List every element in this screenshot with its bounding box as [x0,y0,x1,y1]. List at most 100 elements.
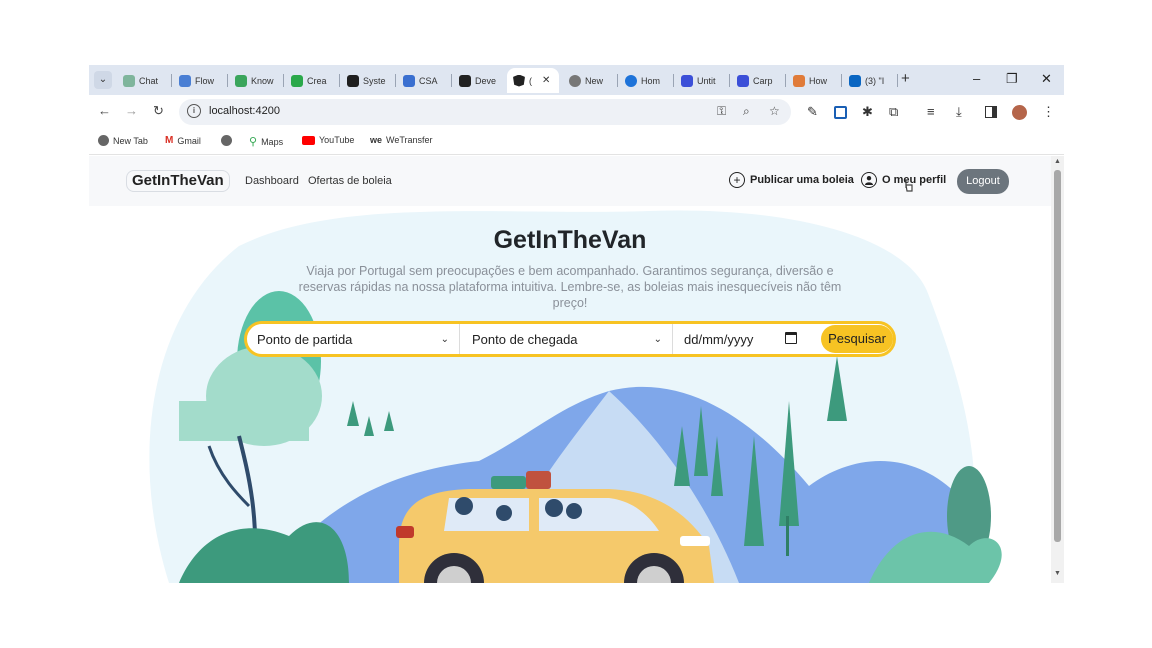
forward-arrow-icon[interactable]: → [125,103,138,118]
bookmark-wetransfer[interactable]: we WeTransfer [370,135,433,145]
bookmark-maps[interactable]: ⚲ Maps [249,135,283,148]
reload-icon[interactable]: ↻ [153,103,164,119]
destination-select[interactable]: Ponto de chegada ⌄ [462,324,672,354]
plus-circle-icon: + [729,172,745,188]
tab-label: Hom [641,75,661,86]
tab-home[interactable]: Hom [619,68,669,93]
tab-system[interactable]: Syste [341,68,391,93]
tab-favicon-icon [459,74,471,87]
download-icon[interactable]: ⤓ [956,104,962,120]
bookmark-star-icon[interactable]: ☆ [769,104,780,118]
tab-crea[interactable]: Crea [285,68,335,93]
mouse-pointer-icon [905,180,913,192]
tab-favicon-icon [403,74,415,87]
scrollbar-thumb[interactable] [1054,170,1061,542]
publish-ride-link[interactable]: + Publicar uma boleia [729,172,854,188]
bookmark-new-tab[interactable]: New Tab [98,135,148,146]
origin-select[interactable]: Ponto de partida ⌄ [247,324,459,354]
date-input[interactable]: dd/mm/yyyy [684,324,753,354]
search-button[interactable]: Pesquisar [821,325,893,353]
bookmark-youtube[interactable]: YouTube [302,135,354,145]
linkedin-icon [849,74,861,87]
tab-favicon-icon [569,74,581,87]
bookmark-label: Gmail [177,135,201,146]
tab-favicon-icon [625,74,637,87]
tab-how[interactable]: How [787,68,837,93]
back-arrow-icon[interactable]: ← [98,103,111,118]
tab-know[interactable]: Know [229,68,279,93]
globe-icon [98,135,109,146]
tab-new[interactable]: New [563,68,613,93]
origin-select-value: Ponto de partida [257,331,353,347]
browser-window: ⌄ Chat Flow Know Crea Syste CSA Deve (✕ … [89,65,1064,583]
tab-favicon-icon [347,74,359,87]
tab-label: ( [529,75,532,86]
tab-label: Deve [475,75,497,86]
angular-icon [513,74,525,87]
tab-search-button[interactable]: ⌄ [94,71,112,89]
tab-favicon-icon [681,74,693,87]
tab-favicon-icon [235,74,247,87]
youtube-icon [302,135,315,145]
tab-label: (3) "I [865,75,885,86]
chevron-down-icon: ⌄ [440,333,449,345]
tab-linkedin[interactable]: (3) "I [843,68,895,93]
gear-extension-icon[interactable]: ✱ [862,104,873,120]
hero-title: GetInTheVan [493,226,647,254]
kebab-menu-icon[interactable]: ⋮ [1042,104,1055,120]
tab-favicon-icon [737,74,749,87]
close-tab-icon[interactable]: ✕ [542,75,550,86]
tab-chat[interactable]: Chat [117,68,167,93]
page-scrollbar[interactable]: ▲ ▼ [1051,156,1064,583]
nav-dashboard[interactable]: Dashboard [245,175,299,187]
tab-label: Untit [697,75,716,86]
chevron-down-icon: ⌄ [653,333,662,345]
close-window-button[interactable]: ✕ [1041,71,1052,87]
bookmark-label: WeTransfer [386,135,433,145]
extension-icon[interactable] [834,106,847,119]
scroll-up-arrow-icon[interactable]: ▲ [1054,158,1061,165]
user-circle-icon [861,172,877,188]
tab-label: Carp [753,75,773,86]
restore-button[interactable]: ❐ [1006,71,1018,87]
tab-active[interactable]: (✕ [507,68,559,93]
minimize-button[interactable]: – [973,71,980,86]
reading-list-icon[interactable]: ≡ [927,104,935,119]
tab-flow[interactable]: Flow [173,68,223,93]
publish-ride-label: Publicar uma boleia [750,174,854,186]
new-tab-button[interactable]: + [901,70,910,87]
bookmark-gmail[interactable]: M Gmail [165,135,201,146]
tab-label: Know [251,75,274,86]
tab-favicon-icon [291,74,303,87]
scroll-down-arrow-icon[interactable]: ▼ [1054,570,1061,577]
password-key-icon[interactable]: ⚿ [717,104,726,119]
eyedropper-icon[interactable]: ✎ [807,104,818,120]
nav-ride-offers[interactable]: Ofertas de boleia [308,175,392,187]
page-viewport: GetInTheVan Dashboard Ofertas de boleia … [89,156,1051,583]
globe-icon [221,135,232,146]
tab-dev[interactable]: Deve [453,68,503,93]
bookmark-label: New Tab [113,135,148,146]
browser-toolbar: ← → ↻ i localhost:4200 ⚿ ⌕ ☆ ✎ ✱ ⧉ ≡ ⤓ ⋮ [89,95,1064,129]
url-text[interactable]: localhost:4200 [209,105,280,117]
site-info-icon[interactable]: i [187,104,201,118]
tab-favicon-icon [123,74,135,87]
address-bar[interactable]: i localhost:4200 ⚿ ⌕ ☆ [179,99,791,125]
bookmark-globe[interactable] [221,135,232,146]
tab-label: Flow [195,75,215,86]
side-panel-icon[interactable] [985,106,997,118]
logout-button[interactable]: Logout [957,169,1009,194]
calendar-icon[interactable] [785,332,797,344]
tab-label: Crea [307,75,327,86]
tab-label: How [809,75,828,86]
avatar[interactable] [1012,105,1027,120]
brand-logo[interactable]: GetInTheVan [126,170,230,192]
tab-favicon-icon [793,74,805,87]
tab-untitled[interactable]: Untit [675,68,725,93]
tab-csa[interactable]: CSA [397,68,447,93]
zoom-icon[interactable]: ⌕ [743,104,750,119]
tab-label: Chat [139,75,159,86]
tab-carpool[interactable]: Carp [731,68,781,93]
tab-label: New [585,75,604,86]
puzzle-icon[interactable]: ⧉ [889,104,898,120]
